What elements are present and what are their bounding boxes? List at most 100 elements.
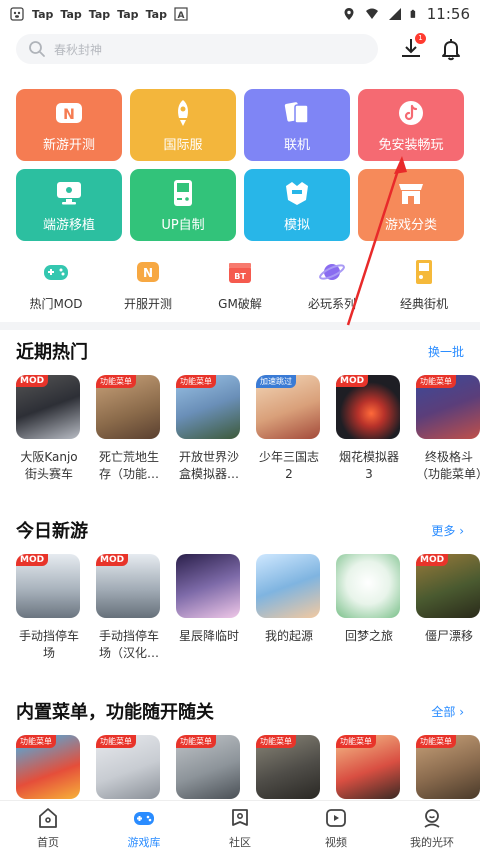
game-item[interactable]: 功能菜单	[256, 735, 320, 799]
game-item[interactable]: 加速跳过 少年三国志2	[256, 375, 320, 483]
status-tap-3: Tap	[88, 7, 111, 21]
download-count-badge: 1	[415, 33, 426, 44]
tiktok-icon	[396, 98, 426, 128]
tile-international[interactable]: 国际服	[130, 89, 236, 161]
section-today-new: 今日新游 更多 › MOD 手动挡停车场 MOD 手动挡停车场（汉化… 星辰降临…	[0, 517, 480, 662]
category-hot-mod[interactable]: 热门MOD	[13, 258, 99, 312]
search-row: 春秋封神 1	[16, 33, 464, 64]
n-badge-icon: N	[137, 262, 159, 282]
tile-label: 免安装畅玩	[378, 137, 444, 153]
category-gm-crack[interactable]: BT GM破解	[197, 258, 283, 312]
game-item[interactable]: 功能菜单	[336, 735, 400, 799]
speed-skip-badge: 加速跳过	[256, 375, 296, 388]
game-item[interactable]: 功能菜单 死亡荒地生存（功能…	[96, 375, 160, 483]
nav-label: 游戏库	[127, 836, 161, 849]
all-button[interactable]: 全部 ›	[431, 703, 464, 720]
svg-text:A: A	[177, 11, 184, 21]
more-button[interactable]: 更多 ›	[431, 522, 464, 539]
tile-label: UP自制	[161, 217, 205, 233]
gamepad-icon	[44, 265, 68, 280]
game-item[interactable]: 回梦之旅	[336, 554, 400, 662]
n-logo-icon: N	[54, 98, 84, 128]
feature-menu-badge: 功能菜单	[96, 375, 136, 388]
wifi-icon	[365, 8, 378, 19]
game-item[interactable]: 功能菜单	[176, 735, 240, 799]
section-divider	[0, 322, 480, 330]
game-name: 星辰降临时	[178, 629, 239, 643]
category-server-open[interactable]: N 开服开测	[105, 258, 191, 312]
game-name: 死亡荒地生存（功能…	[98, 450, 159, 481]
status-tap-5: Tap	[145, 7, 167, 21]
game-item[interactable]: MOD 手动挡停车场（汉化…	[96, 554, 160, 662]
game-name: 手动挡停车场	[18, 629, 79, 660]
video-icon	[326, 809, 346, 827]
game-name: 回梦之旅	[344, 629, 393, 643]
tile-label: 游戏分类	[384, 217, 437, 233]
arcade-icon	[416, 260, 432, 284]
notification-button[interactable]	[438, 36, 464, 62]
status-tap-2: Tap	[60, 7, 82, 21]
game-item[interactable]: 功能菜单 终极格斗（功能菜单）	[416, 375, 480, 483]
status-tap-1: Tap	[32, 7, 54, 21]
game-thumbnail: MOD	[16, 554, 80, 618]
game-name: 终极格斗（功能菜单）	[416, 450, 480, 481]
tile-simulation[interactable]: 模拟	[244, 169, 350, 241]
game-thumbnail: 功能菜单	[96, 735, 160, 799]
tile-new-games[interactable]: N 新游开测	[16, 89, 122, 161]
category-row: 热门MOD N 开服开测 BT GM破解 必玩系列 经典街机	[0, 258, 480, 312]
game-item[interactable]: 星辰降临时	[176, 554, 240, 662]
tile-label: 国际服	[163, 137, 203, 153]
game-thumbnail: 功能菜单	[416, 375, 480, 439]
profile-icon	[424, 809, 440, 828]
tile-label: 模拟	[283, 217, 310, 233]
game-thumbnail: 功能菜单	[16, 735, 80, 799]
game-thumbnail: 功能菜单	[256, 735, 320, 799]
nav-label: 社区	[229, 836, 251, 849]
nav-video[interactable]: 视频	[288, 801, 384, 855]
game-item[interactable]: 功能菜单	[96, 735, 160, 799]
game-item[interactable]: MOD 僵尸漂移	[416, 554, 480, 662]
category-must-play[interactable]: 必玩系列	[289, 258, 375, 312]
game-item[interactable]: MOD 烟花模拟器3	[336, 375, 400, 483]
nav-label: 我的光环	[410, 836, 454, 849]
game-thumbnail	[256, 554, 320, 618]
download-button[interactable]: 1	[398, 33, 426, 62]
feature-menu-badge: 功能菜单	[176, 735, 216, 748]
feature-menu-badge: 功能菜单	[16, 735, 56, 748]
battery-icon	[410, 9, 415, 18]
game-item[interactable]: 功能菜单	[16, 735, 80, 799]
game-item[interactable]: MOD 手动挡停车场	[16, 554, 80, 662]
tile-pc-port[interactable]: 端游移植	[16, 169, 122, 241]
search-input[interactable]: 春秋封神	[16, 34, 378, 64]
tile-up-made[interactable]: UP自制	[130, 169, 236, 241]
game-item[interactable]: 我的起源	[256, 554, 320, 662]
game-name: 我的起源	[264, 629, 313, 643]
planet-icon	[319, 264, 345, 280]
nav-home[interactable]: 首页	[0, 801, 96, 855]
search-icon	[29, 41, 45, 57]
category-label: 经典街机	[399, 297, 448, 311]
tile-categories[interactable]: 游戏分类	[358, 169, 464, 241]
game-item[interactable]: MOD 大阪Kanjo街头赛车	[16, 375, 80, 483]
helmet-icon	[282, 178, 312, 208]
tile-instant-play[interactable]: 免安装畅玩	[358, 89, 464, 161]
refresh-button[interactable]: 换一批	[428, 343, 464, 360]
nav-community[interactable]: 社区	[192, 801, 288, 855]
game-thumbnail	[336, 554, 400, 618]
game-thumbnail: 功能菜单	[176, 735, 240, 799]
game-thumbnail: 加速跳过	[256, 375, 320, 439]
nav-game-library[interactable]: 游戏库	[96, 801, 192, 855]
category-classic-arcade[interactable]: 经典街机	[381, 258, 467, 312]
game-name: 少年三国志2	[258, 450, 319, 481]
tile-label: 新游开测	[42, 137, 95, 153]
game-thumbnail	[176, 554, 240, 618]
game-item[interactable]: 功能菜单	[416, 735, 480, 799]
tile-online[interactable]: 联机	[244, 89, 350, 161]
tile-label: 端游移植	[42, 217, 95, 233]
nav-profile[interactable]: 我的光环	[384, 801, 480, 855]
game-name: 大阪Kanjo街头赛车	[20, 450, 78, 481]
svg-text:N: N	[63, 107, 75, 123]
game-item[interactable]: 功能菜单 开放世界沙盒模拟器…	[176, 375, 240, 483]
game-thumbnail: MOD	[96, 554, 160, 618]
bottom-nav: 首页 游戏库 社区 视频 我的光环	[0, 800, 480, 855]
